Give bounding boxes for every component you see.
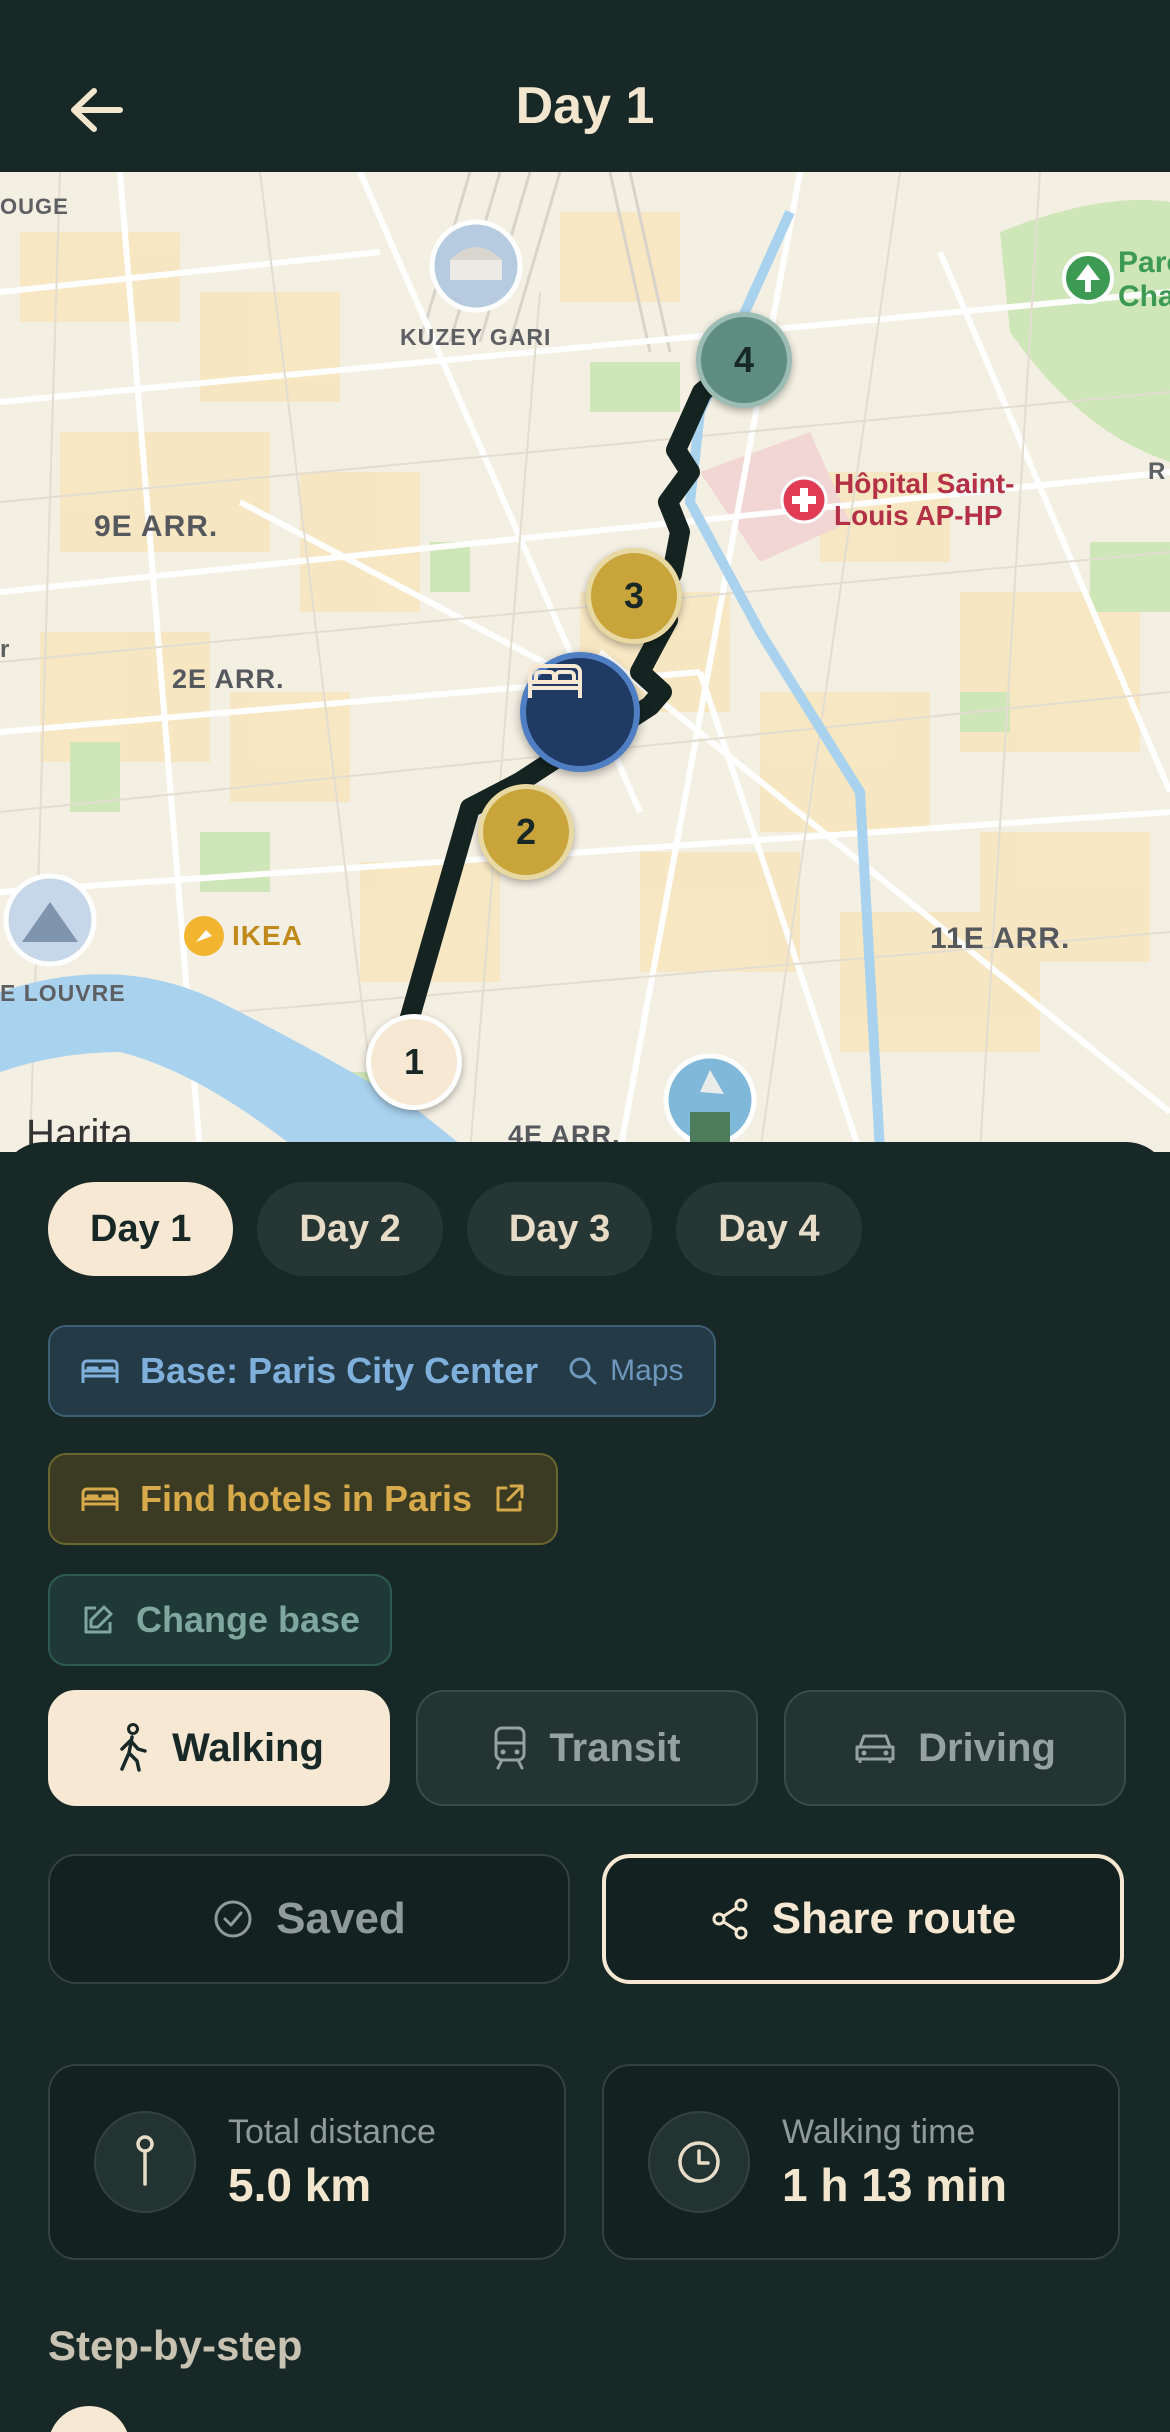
external-link-icon (496, 1484, 524, 1512)
find-hotels-button[interactable]: Find hotels in Paris (48, 1453, 559, 1545)
map-label-r-edge-left: r (0, 636, 11, 663)
share-label: Share route (771, 1894, 1017, 1943)
route-marker-1[interactable]: 1 (366, 1014, 462, 1110)
saved-button[interactable]: Saved (48, 1854, 570, 1984)
day-tabs: Day 1 Day 2 Day 3 Day 4 (48, 1182, 862, 1276)
route-map[interactable]: OUGE KUZEY GARI 9E ARR. 2E ARR. 11E ARR.… (0, 172, 1170, 1152)
share-route-button[interactable]: Share route (602, 1854, 1124, 1984)
mode-walking-button[interactable]: Walking (48, 1690, 390, 1806)
map-label-arr9: 9E ARR. (94, 510, 219, 543)
mode-label: Driving (918, 1725, 1056, 1770)
route-marker-3[interactable]: 3 (586, 548, 682, 644)
map-label-kuzey-gari: KUZEY GARI (400, 324, 552, 350)
map-label-r-edge: R (1148, 458, 1167, 485)
route-marker-label: 2 (515, 811, 537, 852)
page-title: Day 1 (515, 77, 655, 135)
tab-day-2[interactable]: Day 2 (257, 1182, 443, 1276)
saved-label: Saved (276, 1894, 406, 1943)
steps-heading: Step-by-step (48, 2322, 303, 2369)
route-marker-label: 4 (733, 339, 755, 380)
route-marker-label: 3 (623, 575, 645, 616)
base-label: Base: Paris City Center (140, 1350, 539, 1391)
walking-icon (120, 1723, 147, 1772)
map-label-parc: Parc Cha (1118, 246, 1170, 313)
search-icon (569, 1357, 597, 1385)
route-marker-4[interactable]: 4 (696, 312, 792, 408)
car-icon (855, 1734, 895, 1763)
change-base-label: Change base (136, 1599, 361, 1640)
day-details-sheet: Day 1 Day 2 Day 3 Day 4 Base: Paris City… (0, 1142, 1170, 2432)
distance-label: Total distance (228, 2112, 436, 2151)
top-bar: Day 1 (0, 0, 1170, 172)
map-label-hopital: Hôpital Saint- Louis AP-HP (834, 468, 1015, 531)
mode-transit-button[interactable]: Transit (416, 1690, 758, 1806)
map-label-louvre: E LOUVRE (0, 980, 126, 1006)
distance-value: 5.0 km (228, 2158, 372, 2211)
check-circle-icon (214, 1900, 252, 1938)
route-stats: Total distance 5.0 km Walking time 1 h 1… (48, 2064, 1120, 2260)
route-actions: Saved Share route (48, 1854, 1124, 1984)
tab-day-1[interactable]: Day 1 (48, 1182, 234, 1276)
travel-mode-selector: Walking Transit Driving (48, 1690, 1126, 1806)
bed-icon (81, 1487, 119, 1511)
route-marker-2[interactable]: 2 (478, 784, 574, 880)
open-in-maps-link[interactable]: Maps (568, 1354, 684, 1388)
maps-label: Maps (610, 1354, 684, 1387)
clock-icon (648, 2111, 750, 2213)
share-icon (712, 1898, 748, 1940)
edit-icon (84, 1605, 113, 1634)
train-icon (494, 1726, 526, 1770)
map-label-rouge: OUGE (0, 194, 69, 219)
mode-label: Walking (172, 1725, 324, 1770)
route-marker-label: 1 (403, 1041, 425, 1082)
pin-icon (94, 2111, 196, 2213)
bed-icon (528, 664, 582, 698)
map-label-arr11: 11E ARR. (930, 922, 1071, 955)
total-distance-card: Total distance 5.0 km (48, 2064, 566, 2260)
tab-day-3[interactable]: Day 3 (466, 1182, 653, 1276)
bed-icon (81, 1359, 119, 1383)
map-label-ikea: IKEA (232, 920, 303, 951)
step-marker (48, 2406, 130, 2432)
change-base-button[interactable]: Change base (48, 1574, 393, 1666)
mode-driving-button[interactable]: Driving (784, 1690, 1126, 1806)
base-chip[interactable]: Base: Paris City Center Maps (48, 1325, 716, 1417)
map-label-arr2: 2E ARR. (172, 664, 285, 694)
mode-label: Transit (549, 1725, 681, 1770)
tab-day-4[interactable]: Day 4 (676, 1182, 862, 1276)
walking-time-card: Walking time 1 h 13 min (602, 2064, 1120, 2260)
time-label: Walking time (782, 2112, 976, 2151)
time-value: 1 h 13 min (782, 2158, 1007, 2211)
find-hotels-label: Find hotels in Paris (140, 1478, 473, 1519)
hotel-marker[interactable] (520, 652, 640, 772)
